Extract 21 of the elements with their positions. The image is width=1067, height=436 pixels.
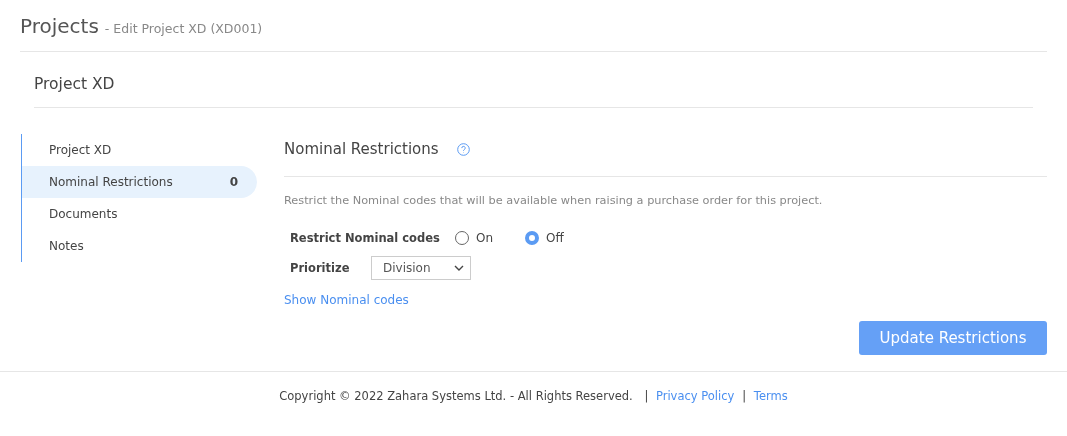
sidebar-item[interactable]: Nominal Restrictions 0 bbox=[22, 166, 257, 198]
field-label: Prioritize bbox=[290, 261, 351, 275]
description-text: Restrict the Nominal codes that will be available when raising a purchase order for this project. bbox=[284, 194, 824, 207]
page-title: Projects bbox=[20, 14, 99, 38]
page-subtitle: - Edit Project XD (XD001) bbox=[104, 21, 263, 36]
separator: | bbox=[742, 389, 747, 403]
chevron-down-icon bbox=[454, 265, 464, 271]
item-count: 0 bbox=[229, 175, 238, 189]
section-title: Nominal Restrictions bbox=[284, 140, 439, 158]
prioritize-dropdown[interactable]: Division bbox=[371, 256, 471, 280]
sidebar-item[interactable]: Notes bbox=[22, 230, 257, 262]
radio-label[interactable]: Off bbox=[546, 231, 564, 245]
radio-label[interactable]: On bbox=[476, 231, 494, 245]
sidebar-item[interactable]: Documents bbox=[22, 198, 257, 230]
card-title: Project XD bbox=[34, 52, 1033, 108]
help-icon[interactable] bbox=[456, 142, 470, 156]
copyright-text: Copyright © 2022 Zahara Systems Ltd. - All Rights Reserved. bbox=[279, 389, 633, 403]
separator: | bbox=[644, 389, 649, 403]
radio-button[interactable] bbox=[525, 231, 539, 245]
sidebar-item[interactable]: Project XD bbox=[22, 134, 257, 166]
field-label: Restrict Nominal codes bbox=[290, 231, 441, 245]
